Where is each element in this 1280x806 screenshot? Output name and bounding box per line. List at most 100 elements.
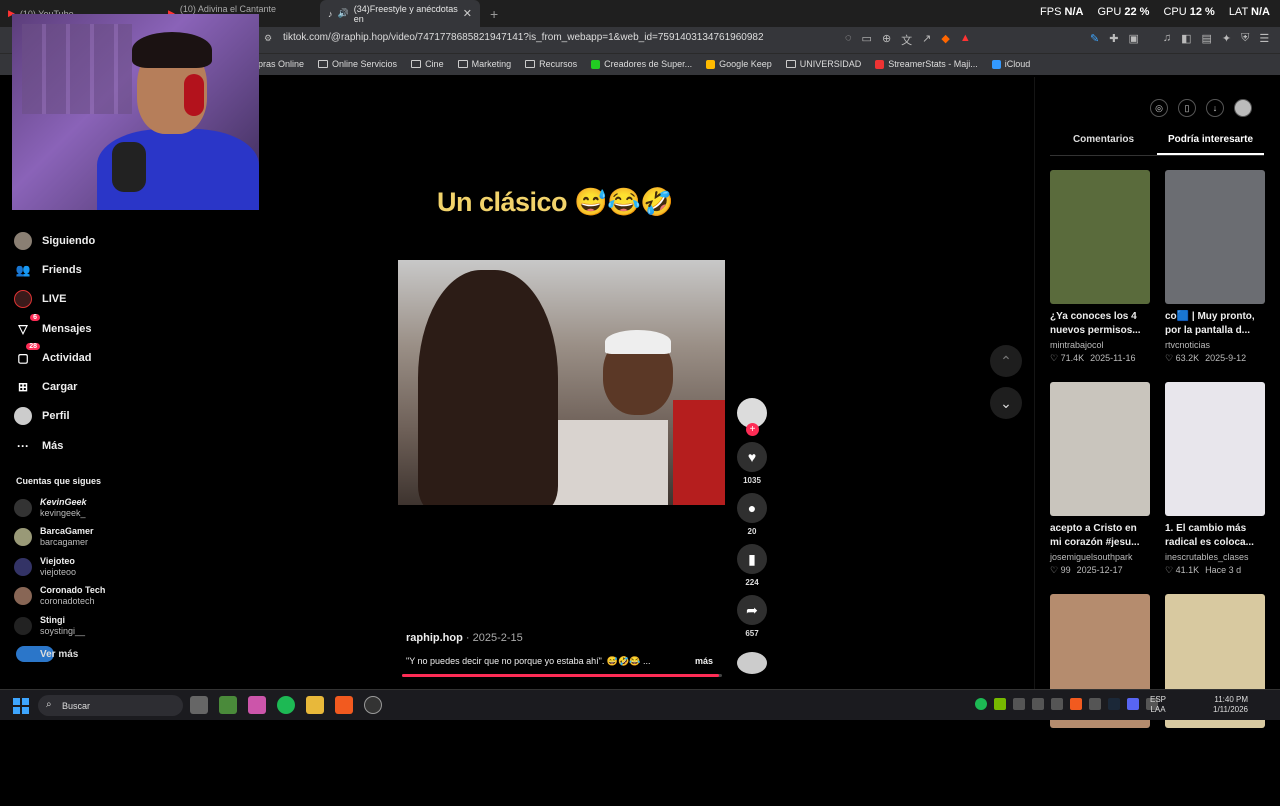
video-description: "Y no puedes decir que no porque yo esta… (406, 656, 651, 666)
file-explorer-icon[interactable] (306, 696, 324, 714)
list-item[interactable]: Coronado Tech coronadotech (14, 582, 105, 612)
eye-off-icon[interactable]: ◌ (845, 32, 852, 48)
list-item[interactable]: BarcaGamer barcagamer (14, 523, 105, 553)
activity-icon: ▢ 28 (14, 342, 40, 367)
zoom-icon[interactable]: ⊕ (882, 32, 891, 48)
language-indicator[interactable]: ESP LAA (1150, 695, 1166, 715)
folder-icon (318, 60, 329, 68)
sidebar-item-perfil[interactable]: Perfil (14, 402, 95, 431)
video-player[interactable] (398, 260, 725, 505)
sidebar-item-actividad[interactable]: ▢ 28 Actividad (14, 342, 95, 372)
more-button[interactable]: más (695, 656, 713, 666)
comment-icon[interactable]: ● (737, 493, 767, 523)
new-tab-button[interactable]: + (490, 6, 498, 22)
bookmark-icon[interactable]: ▮ (737, 544, 767, 574)
compass-icon[interactable]: ◎ (1150, 99, 1168, 117)
site-settings-icon[interactable]: ⚙ (264, 33, 272, 44)
wallet-icon[interactable]: ▤ (1202, 32, 1212, 45)
tab-podria-interesarte[interactable]: Podría interesarte (1157, 134, 1264, 155)
leo-icon[interactable]: ✦ (1222, 32, 1231, 45)
sidebar-item-siguiendo[interactable]: Siguiendo (14, 226, 95, 255)
next-video-button[interactable]: ⌄ (990, 387, 1022, 419)
clock[interactable]: 11:40 PM 1/11/2026 (1213, 695, 1248, 715)
video-thumbnail[interactable] (1165, 170, 1265, 304)
follow-plus-icon[interactable]: + (746, 423, 759, 436)
video-progress-bar[interactable] (402, 674, 722, 677)
phone-icon[interactable]: ▯ (1178, 99, 1196, 117)
tray-app-icon[interactable] (1032, 698, 1044, 710)
previous-video-button[interactable]: ⌃ (990, 345, 1022, 377)
video-thumbnail[interactable] (1165, 382, 1265, 516)
list-item[interactable]: Stingi soystingi__ (14, 611, 105, 641)
brave-shield-icon[interactable]: ◆ (941, 32, 949, 48)
obs-icon[interactable] (364, 696, 382, 714)
cast-icon[interactable]: ▭ (862, 32, 872, 48)
download-icon[interactable]: ↓ (1206, 99, 1224, 117)
windows-start-icon[interactable] (13, 698, 29, 714)
tab-tiktok[interactable]: ♪ 🔊 (34)Freestyle y anécdotas en ✕ (320, 0, 480, 27)
sidebar-item-cargar[interactable]: ⊞ Cargar (14, 372, 95, 401)
friends-icon: 👥 (15, 262, 31, 277)
save-action: ▮ 224 (736, 544, 768, 595)
tab-comentarios[interactable]: Comentarios (1050, 134, 1157, 155)
suggested-video-card[interactable]: 1. El cambio más radical es coloca... in… (1165, 382, 1265, 594)
tray-app-icon[interactable] (1013, 698, 1025, 710)
taskbar-search-input[interactable]: ⌕ Buscar (38, 695, 183, 716)
bookmark-item[interactable]: Recursos (525, 59, 577, 69)
creator-avatar[interactable]: + (737, 398, 767, 436)
bookmark-item[interactable]: UNIVERSIDAD (785, 59, 861, 69)
bookmark-item[interactable]: StreamerStats - Maji... (875, 59, 978, 69)
list-item[interactable]: KevinGeek kevingeek_ (14, 493, 105, 523)
steam-icon[interactable] (1108, 698, 1120, 710)
bookmark-item[interactable]: Cine (411, 59, 444, 69)
bookmark-item[interactable]: Google Keep (706, 59, 772, 69)
share-icon[interactable]: ↗ (922, 32, 931, 48)
list-item[interactable]: Viejoteo viejoteoo (14, 552, 105, 582)
avatar[interactable] (1234, 99, 1252, 117)
sidebar-item-live[interactable]: LIVE (14, 285, 95, 314)
avatar (14, 616, 32, 635)
keep-icon (706, 59, 716, 69)
tray-app-icon[interactable] (1051, 698, 1063, 710)
translate-icon[interactable]: 文 (901, 32, 912, 48)
suggested-video-card[interactable]: co🟦 | Muy pronto, por la pantalla d... r… (1165, 170, 1265, 382)
brave-tray-icon[interactable] (1070, 698, 1082, 710)
menu-icon[interactable]: ☰ (1259, 32, 1269, 45)
nvidia-icon[interactable] (994, 698, 1006, 710)
url-field[interactable]: tiktok.com/@raphip.hop/video/74717786858… (283, 32, 764, 43)
music-disc-icon[interactable] (737, 652, 767, 674)
rewards-icon[interactable]: ▲ (960, 32, 971, 48)
video-thumbnail[interactable] (1050, 170, 1150, 304)
brave-icon[interactable] (335, 696, 353, 714)
app-icon[interactable] (248, 696, 266, 714)
discord-icon[interactable] (1127, 698, 1139, 710)
vpn-icon[interactable]: ⛨ (1241, 32, 1249, 45)
bookmark-item[interactable]: pras Online (258, 59, 304, 69)
close-tab-icon[interactable]: ✕ (463, 7, 472, 20)
share-icon[interactable]: ➦ (737, 595, 767, 625)
bookmark-item[interactable]: iCloud (991, 59, 1030, 69)
heart-icon[interactable]: ♥ (737, 442, 767, 472)
sidebar-item-mas[interactable]: ··· Más (14, 431, 95, 460)
windows-taskbar: ⌕ Buscar ESP LAA 11:40 PM 1/11/2026 (0, 689, 1280, 720)
suggested-video-card[interactable]: acepto a Cristo en mi corazón #jesu... j… (1050, 382, 1150, 594)
task-view-icon[interactable] (190, 696, 208, 714)
puzzle-icon[interactable]: ✚ (1109, 32, 1118, 45)
sidebar-icon[interactable]: ◧ (1181, 32, 1191, 45)
bookmark-item[interactable]: Marketing (457, 59, 511, 69)
spotify-tray-icon[interactable] (975, 698, 987, 710)
bookmark-item[interactable]: Creadores de Super... (591, 59, 692, 69)
music-icon[interactable]: ♫ (1163, 32, 1171, 45)
extension-icon[interactable]: ✎ (1090, 32, 1099, 45)
video-author[interactable]: raphip.hop · 2025-2-15 (406, 632, 523, 644)
tray-app-icon[interactable] (1089, 698, 1101, 710)
bookmark-item[interactable]: Online Servicios (318, 59, 397, 69)
video-thumbnail[interactable] (1050, 382, 1150, 516)
sidebar-item-mensajes[interactable]: ▽ 6 Mensajes (14, 313, 95, 343)
minecraft-icon[interactable] (219, 696, 237, 714)
suggested-video-card[interactable]: ¿Ya conoces los 4 nuevos permisos... min… (1050, 170, 1150, 382)
screenshot-icon[interactable]: ▣ (1128, 32, 1138, 45)
spotify-icon[interactable] (277, 696, 295, 714)
sidebar-item-friends[interactable]: 👥 Friends (14, 255, 95, 284)
see-more-button[interactable]: Ver más (16, 646, 78, 662)
